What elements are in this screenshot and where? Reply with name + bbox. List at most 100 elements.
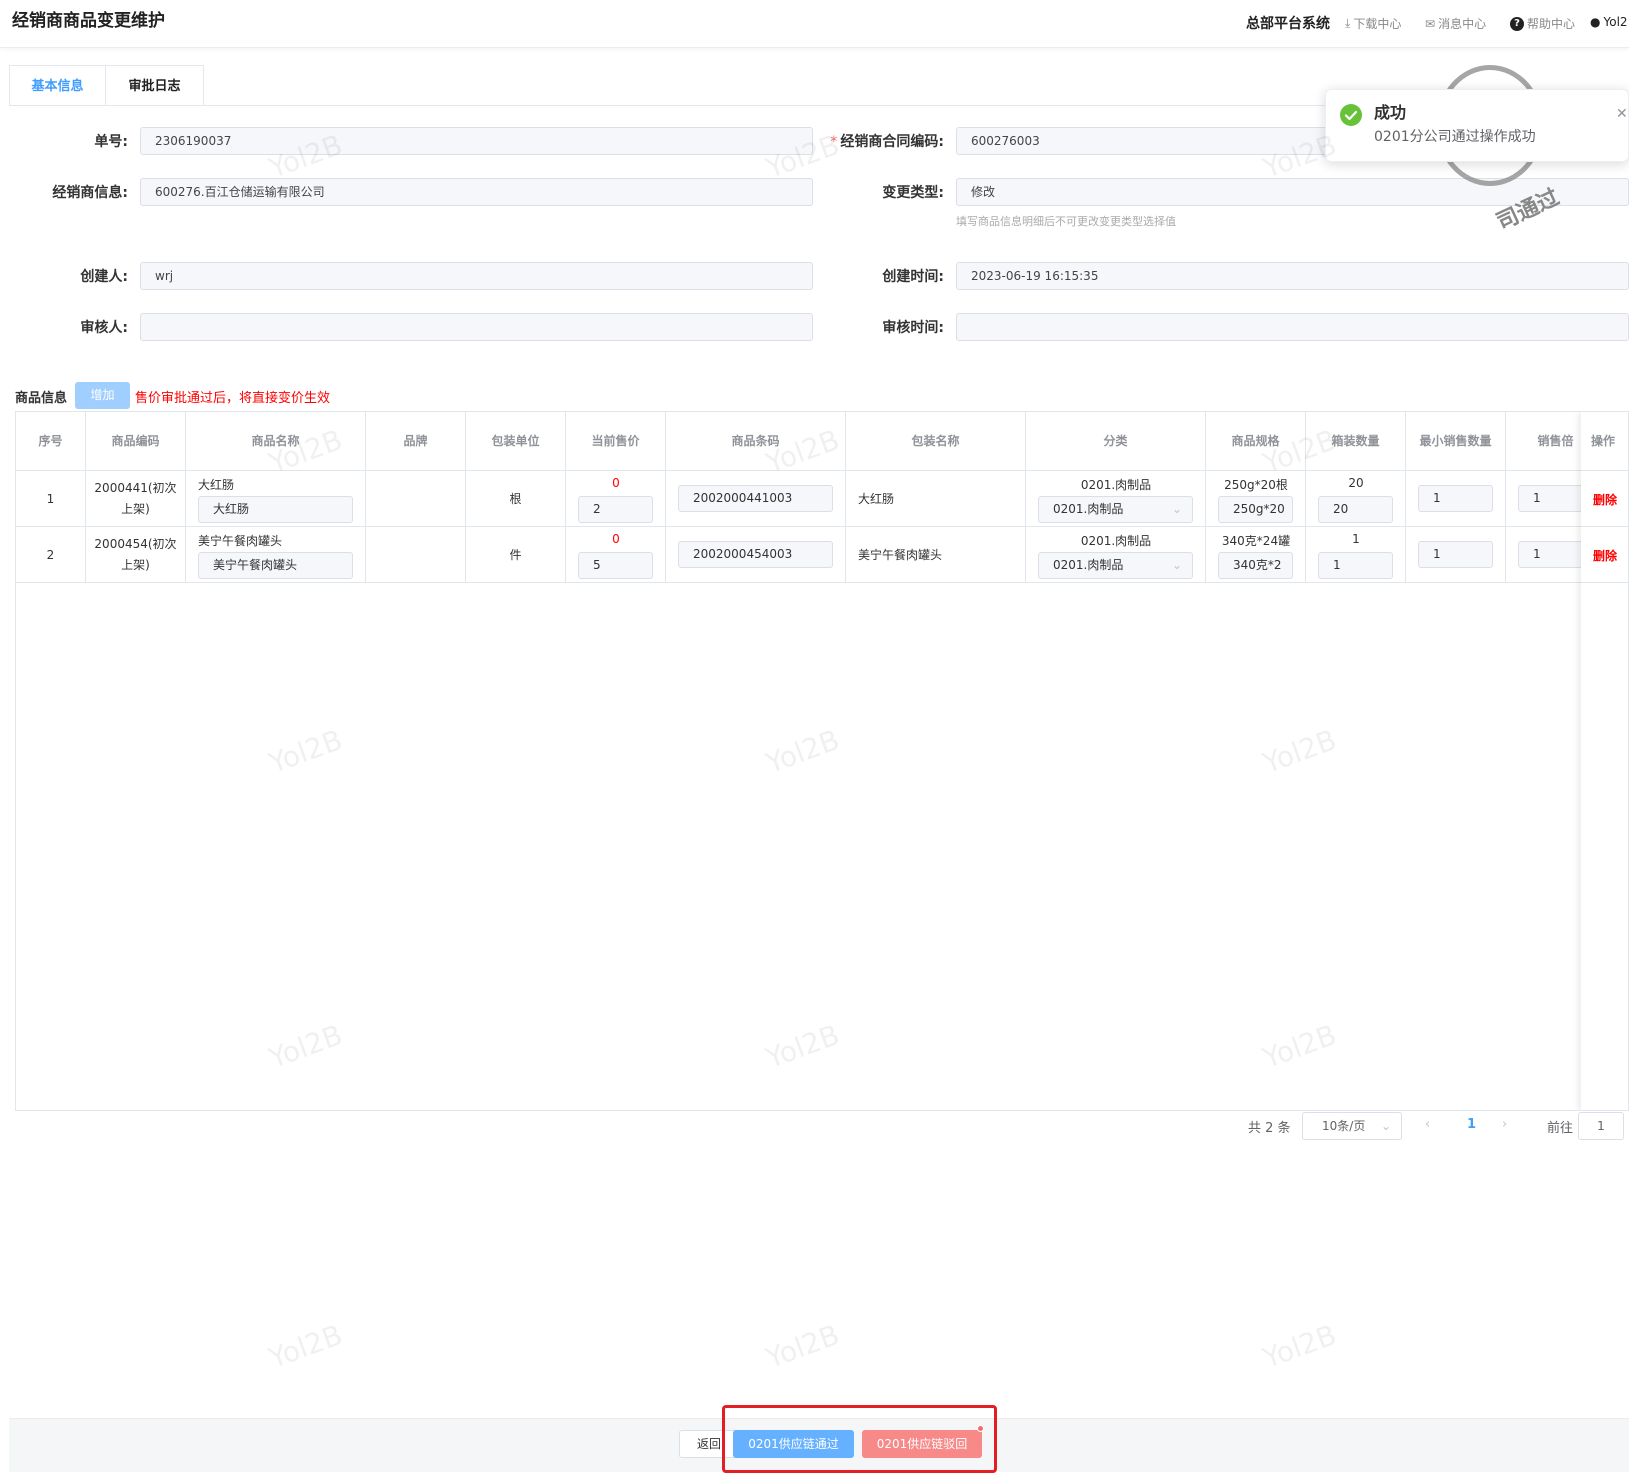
row2-name-cell: 美宁午餐肉罐头 美宁午餐肉罐头 bbox=[186, 527, 366, 583]
chevron-down-icon: ⌄ bbox=[1380, 1119, 1391, 1133]
row1-spec-cell: 250g*20根 250g*20 bbox=[1206, 471, 1306, 527]
row1-box-qty-input[interactable]: 20 bbox=[1318, 496, 1393, 523]
close-icon[interactable]: ✕ bbox=[1616, 106, 1628, 122]
col-header-box-qty: 箱装数量 bbox=[1306, 412, 1406, 471]
watermark: Yol2B bbox=[761, 1318, 844, 1375]
contract-label-text: 经销商合同编码: bbox=[840, 134, 944, 150]
download-center-label: 下载中心 bbox=[1353, 17, 1402, 31]
row1-action-cell: 删除 bbox=[1581, 471, 1628, 527]
row1-barcode-cell: 2002000441003 bbox=[666, 471, 846, 527]
row2-min-qty-cell: 1 bbox=[1406, 527, 1506, 583]
col-header-pack-name: 包装名称 bbox=[846, 412, 1026, 471]
success-toast: 成功 0201分公司通过操作成功 ✕ bbox=[1325, 89, 1629, 162]
user-name: Yol2 bbox=[1603, 15, 1628, 29]
goto-page-input[interactable]: 1 bbox=[1578, 1112, 1624, 1140]
user-menu[interactable]: ● Yol2 bbox=[1590, 15, 1628, 29]
row1-delete-link[interactable]: 删除 bbox=[1593, 491, 1617, 508]
row2-name-input[interactable]: 美宁午餐肉罐头 bbox=[198, 552, 353, 579]
product-table: 序号 商品编码 商品名称 品牌 包装单位 当前售价 商品条码 包装名称 分类 商… bbox=[15, 411, 1629, 1111]
tab-approval-log[interactable]: 审批日志 bbox=[106, 65, 204, 106]
row2-code-line1: 2000454(初次 bbox=[94, 537, 177, 551]
row1-price-cell: 0 2 bbox=[566, 471, 666, 527]
product-info-label: 商品信息 bbox=[15, 391, 68, 406]
prev-page-button[interactable]: ‹ bbox=[1425, 1117, 1430, 1132]
change-type-label: 变更类型: bbox=[882, 185, 944, 201]
row1-code-line2: 上架) bbox=[121, 502, 150, 516]
creator-field[interactable]: wrj bbox=[140, 262, 813, 290]
row1-spec-input[interactable]: 250g*20 bbox=[1218, 496, 1293, 523]
row2-spec-input[interactable]: 340克*2 bbox=[1218, 552, 1293, 579]
col-header-spec: 商品规格 bbox=[1206, 412, 1306, 471]
row1-name: 大红肠 bbox=[198, 478, 235, 492]
row2-brand bbox=[366, 527, 466, 583]
row2-category-select[interactable]: 0201.肉制品 ⌄ bbox=[1038, 552, 1193, 579]
auditor-field[interactable] bbox=[140, 313, 813, 341]
col-header-unit: 包装单位 bbox=[466, 412, 566, 471]
notification-dot bbox=[977, 1425, 984, 1432]
row1-name-input[interactable]: 大红肠 bbox=[198, 496, 353, 523]
order-no-field[interactable]: 2306190037 bbox=[140, 127, 813, 155]
col-header-index: 序号 bbox=[16, 412, 86, 471]
col-header-action: 操作 bbox=[1581, 412, 1628, 471]
row1-spec: 250g*20根 bbox=[1224, 478, 1288, 492]
download-icon: ⤓ bbox=[1345, 16, 1351, 30]
created-time-field[interactable]: 2023-06-19 16:15:35 bbox=[956, 262, 1629, 290]
page-size-select[interactable]: 10条/页 ⌄ bbox=[1302, 1112, 1402, 1140]
download-center-link[interactable]: ⤓ 下载中心 bbox=[1345, 15, 1401, 32]
chevron-down-icon: ⌄ bbox=[1171, 502, 1182, 516]
row2-code: 2000454(初次 上架) bbox=[86, 527, 186, 583]
creator-label: 创建人: bbox=[80, 269, 128, 285]
toast-message: 0201分公司通过操作成功 bbox=[1374, 129, 1536, 145]
row1-min-qty-cell: 1 bbox=[1406, 471, 1506, 527]
row2-delete-link[interactable]: 删除 bbox=[1593, 547, 1617, 564]
row2-pack-name: 美宁午餐肉罐头 bbox=[846, 527, 1026, 583]
row1-category: 0201.肉制品 bbox=[1080, 478, 1152, 492]
row1-price-current: 0 bbox=[612, 476, 620, 490]
row2-category-cell: 0201.肉制品 0201.肉制品 ⌄ bbox=[1026, 527, 1206, 583]
row2-box-qty-cell: 1 1 bbox=[1306, 527, 1406, 583]
tab-bar: 基本信息 审批日志 bbox=[9, 65, 204, 106]
col-header-barcode: 商品条码 bbox=[666, 412, 846, 471]
col-header-brand: 品牌 bbox=[366, 412, 466, 471]
audit-time-field[interactable] bbox=[956, 313, 1629, 341]
top-header: 经销商商品变更维护 总部平台系统 ⤓ 下载中心 ✉ 消息中心 ? 帮助中心 ● … bbox=[0, 0, 1629, 48]
action-column: 操作 删除 删除 bbox=[1581, 412, 1628, 1110]
row1-index: 1 bbox=[16, 471, 86, 527]
row2-box-qty-input[interactable]: 1 bbox=[1318, 552, 1393, 579]
dealer-field[interactable]: 600276.百江仓储运输有限公司 bbox=[140, 178, 813, 206]
row1-category-select-value: 0201.肉制品 bbox=[1053, 502, 1124, 516]
row1-price-input[interactable]: 2 bbox=[578, 496, 653, 523]
mail-icon: ✉ bbox=[1425, 16, 1436, 31]
help-icon: ? bbox=[1510, 16, 1524, 31]
page-size-value: 10条/页 bbox=[1322, 1119, 1366, 1133]
col-header-price: 当前售价 bbox=[566, 412, 666, 471]
row1-brand bbox=[366, 471, 466, 527]
row2-unit: 件 bbox=[466, 527, 566, 583]
row2-name: 美宁午餐肉罐头 bbox=[198, 534, 283, 548]
message-center-link[interactable]: ✉ 消息中心 bbox=[1425, 15, 1486, 32]
dealer-label: 经销商信息: bbox=[52, 185, 128, 201]
success-check-icon bbox=[1340, 104, 1362, 126]
help-center-label: 帮助中心 bbox=[1527, 17, 1576, 31]
pagination-total: 共 2 条 bbox=[1248, 1121, 1291, 1136]
row2-price-input[interactable]: 5 bbox=[578, 552, 653, 579]
row1-category-select[interactable]: 0201.肉制品 ⌄ bbox=[1038, 496, 1193, 523]
change-type-hint: 填写商品信息明细后不可更改变更类型选择值 bbox=[956, 215, 1176, 228]
system-name: 总部平台系统 bbox=[1246, 16, 1330, 32]
order-no-label: 单号: bbox=[94, 134, 128, 150]
row2-barcode-input[interactable]: 2002000454003 bbox=[678, 541, 833, 568]
row1-box-qty: 20 bbox=[1348, 476, 1364, 490]
created-time-label: 创建时间: bbox=[882, 269, 944, 285]
next-page-button[interactable]: › bbox=[1502, 1117, 1507, 1132]
page-number-current[interactable]: 1 bbox=[1467, 1117, 1476, 1132]
contract-label: * 经销商合同编码: bbox=[830, 134, 944, 150]
price-effect-note: 售价审批通过后，将直接变价生效 bbox=[135, 391, 331, 406]
row1-unit: 根 bbox=[466, 471, 566, 527]
row1-barcode-input[interactable]: 2002000441003 bbox=[678, 485, 833, 512]
tab-basic-info[interactable]: 基本信息 bbox=[9, 65, 106, 106]
row2-category: 0201.肉制品 bbox=[1080, 534, 1152, 548]
row2-min-qty-input[interactable]: 1 bbox=[1418, 541, 1493, 568]
add-product-button[interactable]: 增加 bbox=[75, 382, 130, 409]
help-center-link[interactable]: ? 帮助中心 bbox=[1510, 15, 1575, 32]
row1-min-qty-input[interactable]: 1 bbox=[1418, 485, 1493, 512]
